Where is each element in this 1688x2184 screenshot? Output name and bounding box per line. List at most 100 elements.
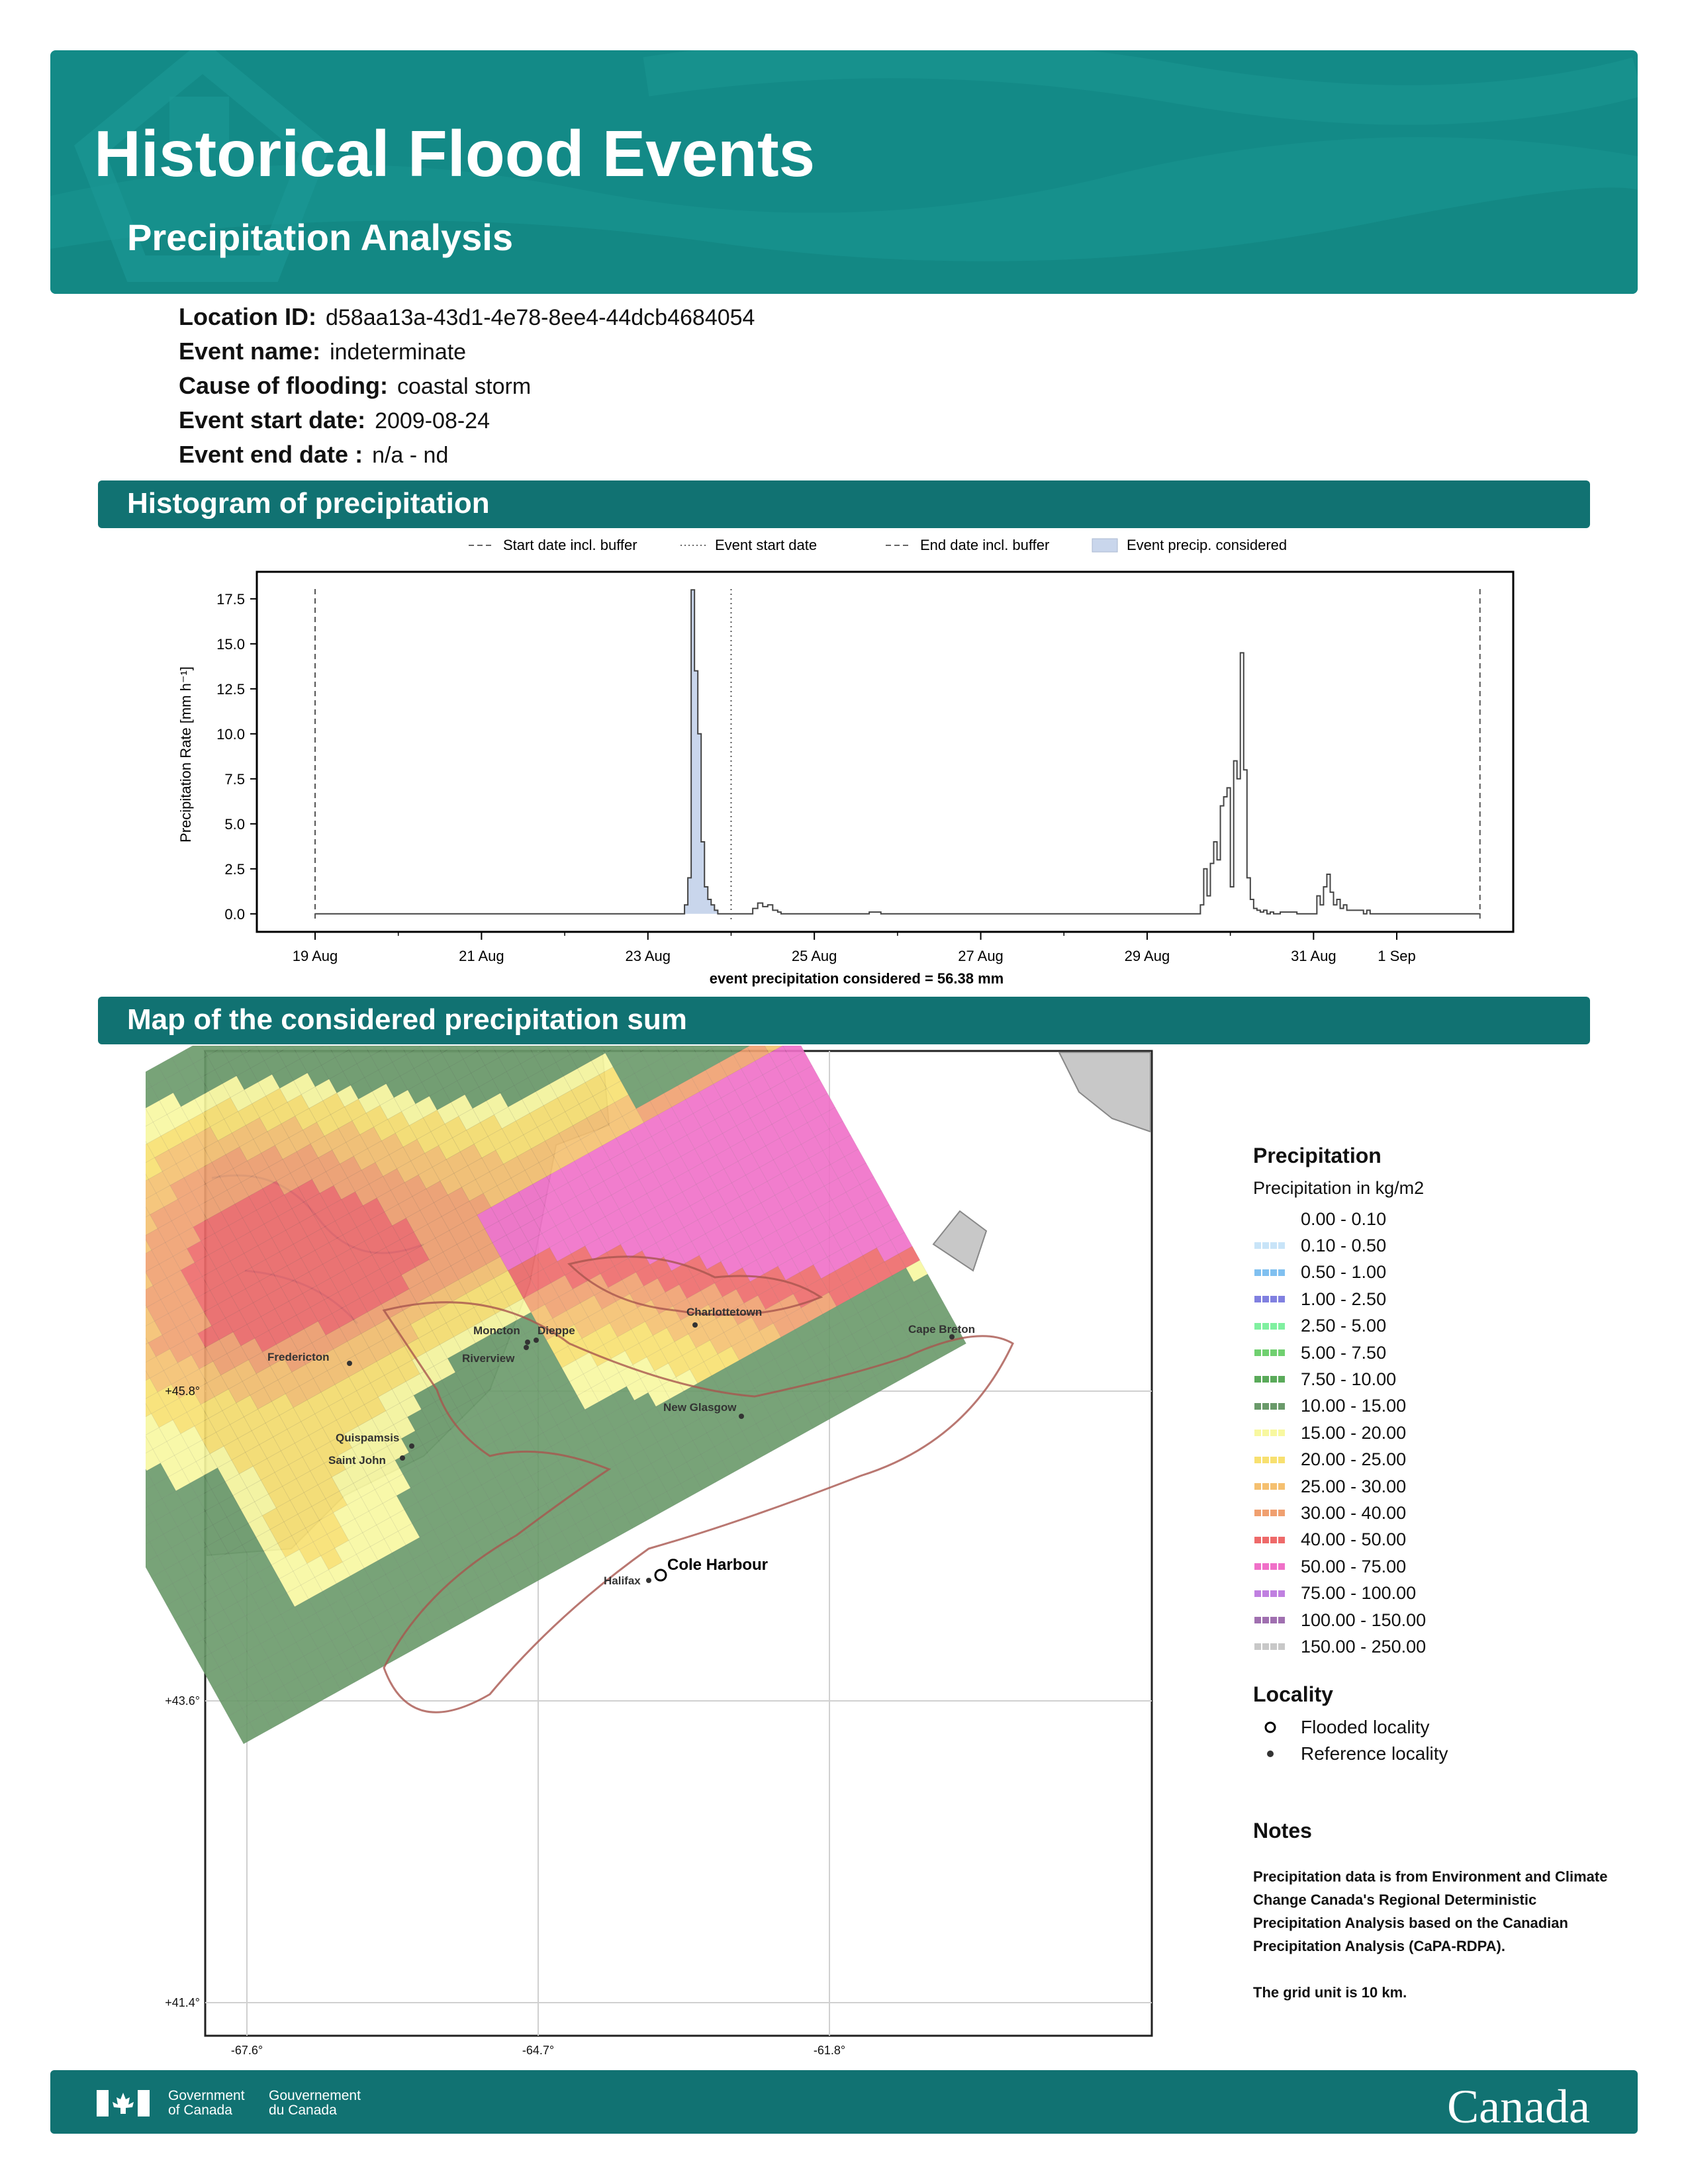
info-label: Location ID: [179, 303, 316, 330]
place-label: Saint John [328, 1454, 386, 1467]
reference-locality-marker [692, 1322, 698, 1328]
legend-swatch [1254, 1269, 1286, 1276]
legend-class: 40.00 - 50.00 [1254, 1527, 1406, 1553]
gouvernement-du-canada: Gouvernement du Canada [269, 2088, 361, 2118]
legend-class: 15.00 - 20.00 [1254, 1420, 1406, 1446]
place-label: Charlottetown [686, 1306, 762, 1318]
y-tick-label: 0.0 [224, 906, 245, 923]
legend-class: 100.00 - 150.00 [1254, 1607, 1426, 1633]
place-label: Dieppe [538, 1324, 575, 1337]
reference-locality-marker [739, 1414, 744, 1419]
place-label: New Glasgow [663, 1401, 737, 1414]
x-axis-label: event precipitation considered = 56.38 m… [710, 970, 1004, 987]
legend-class: 2.50 - 5.00 [1254, 1313, 1386, 1340]
locality-reference: Reference locality [1254, 1741, 1448, 1767]
x-tick-label: 1 Sep [1378, 948, 1416, 964]
legend-class: 7.50 - 10.00 [1254, 1366, 1396, 1392]
legend-class-label: 25.00 - 30.00 [1301, 1476, 1407, 1496]
place-label: Fredericton [267, 1351, 330, 1363]
x-tick-label: 29 Aug [1125, 948, 1170, 964]
legend-class-label: 75.00 - 100.00 [1301, 1583, 1417, 1604]
legend-swatch [1254, 1296, 1286, 1303]
reference-locality-marker [646, 1578, 651, 1583]
info-row-location: Location ID: d58aa13a-43d1-4e78-8ee4-44dc… [179, 303, 755, 338]
y-tick-label: 5.0 [224, 816, 245, 833]
place-label: Quispamsis [336, 1432, 399, 1444]
legend-label: Start date incl. buffer [503, 537, 637, 553]
legend-swatch [1254, 1216, 1286, 1222]
place-label: Riverview [462, 1352, 515, 1365]
locality-label: Reference locality [1301, 1743, 1448, 1764]
y-tick-label: 15.0 [216, 636, 245, 653]
locality-title: Locality [1253, 1682, 1333, 1706]
info-value: d58aa13a-43d1-4e78-8ee4-44dcb4684054 [325, 305, 755, 330]
reference-locality-marker [347, 1361, 352, 1366]
legend-entry: Event precip. considered [1092, 537, 1287, 553]
place-label: Cole Harbour [667, 1556, 768, 1574]
legend-class-label: 1.00 - 2.50 [1301, 1289, 1387, 1309]
legend-swatch [1254, 1643, 1286, 1651]
legend-swatch [1254, 1483, 1286, 1490]
reference-locality-marker [525, 1340, 530, 1345]
precipitation-histogram: Start date incl. buffer Event start date E… [177, 537, 1515, 987]
y-axis-label: Precipitation Rate [mm h⁻¹] [177, 666, 194, 842]
legend-class: 5.00 - 7.50 [1254, 1340, 1386, 1366]
legend-class-label: 0.50 - 1.00 [1301, 1262, 1387, 1283]
legend-class-label: 40.00 - 50.00 [1301, 1529, 1407, 1550]
info-value: 2009-08-24 [375, 408, 490, 433]
legend-swatch [1254, 1510, 1286, 1517]
legend-class-label: 5.00 - 7.50 [1301, 1342, 1387, 1363]
page-title: Historical Flood Events [94, 117, 816, 190]
legend-class-label: 0.10 - 0.50 [1301, 1235, 1387, 1255]
x-tick-label: 27 Aug [958, 948, 1004, 964]
dot-icon [1267, 1751, 1274, 1757]
legend-swatch [1254, 1590, 1286, 1597]
legend-swatch [1092, 538, 1118, 553]
info-row-start: Event start date: 2009-08-24 [179, 406, 755, 441]
legend-entry: Event start date [680, 537, 817, 553]
legend-entry: Start date incl. buffer [469, 537, 637, 553]
legend-class-label: 100.00 - 150.00 [1301, 1610, 1427, 1630]
legend-swatch [1254, 1322, 1286, 1330]
lon-label: -64.7° [522, 2044, 554, 2057]
legend-class: 20.00 - 25.00 [1254, 1447, 1406, 1473]
legend-swatch [1254, 1349, 1286, 1356]
legend-class: 0.00 - 0.10 [1254, 1206, 1386, 1232]
reference-locality-marker [409, 1443, 414, 1449]
event-info: Location ID: d58aa13a-43d1-4e78-8ee4-44dc… [179, 303, 755, 475]
lon-label: -67.6° [231, 2044, 263, 2057]
legend-swatch [1254, 1563, 1286, 1570]
info-value: indeterminate [330, 340, 467, 365]
section-title: Map of the considered precipitation sum [127, 1003, 687, 1036]
page-subtitle: Precipitation Analysis [127, 216, 513, 258]
info-row-end: Event end date : n/a - nd [179, 441, 755, 475]
legend-class: 1.00 - 2.50 [1254, 1286, 1386, 1312]
reference-locality-marker [524, 1345, 529, 1350]
x-tick-label: 31 Aug [1291, 948, 1336, 964]
legend-class: 150.00 - 250.00 [1254, 1633, 1426, 1660]
legend-swatch [1254, 1617, 1286, 1623]
footer: Government of Canada Gouvernement du Can… [50, 2070, 1638, 2134]
x-tick-label: 25 Aug [792, 948, 837, 964]
legend-class-label: 2.50 - 5.00 [1301, 1316, 1387, 1336]
info-row-cause: Cause of flooding: coastal storm [179, 372, 755, 406]
reference-locality-marker [400, 1455, 405, 1461]
y-tick-label: 2.5 [224, 861, 245, 878]
legend-class-label: 0.00 - 0.10 [1301, 1208, 1387, 1229]
chart-legend: Start date incl. buffer Event start date E… [469, 537, 1287, 553]
info-row-event-name: Event name: indeterminate [179, 338, 755, 372]
legend-class: 50.00 - 75.00 [1254, 1553, 1406, 1580]
x-tick-label: 21 Aug [459, 948, 504, 964]
legend-class: 25.00 - 30.00 [1254, 1473, 1406, 1500]
legend-class: 10.00 - 15.00 [1254, 1393, 1406, 1420]
legend-class-label: 30.00 - 40.00 [1301, 1502, 1407, 1523]
locality-flooded: Flooded locality [1254, 1714, 1430, 1741]
legend-swatch [1254, 1456, 1286, 1463]
legend-subtitle: Precipitation in kg/m2 [1253, 1178, 1425, 1198]
place-label: Halifax [604, 1574, 641, 1587]
legend-title: Precipitation [1253, 1144, 1382, 1167]
notes-text: Precipitation data is from Environment a… [1253, 1868, 1608, 2001]
info-value: coastal storm [397, 374, 532, 399]
government-of-canada: Government of Canada [168, 2088, 245, 2118]
legend-class-label: 20.00 - 25.00 [1301, 1449, 1407, 1470]
